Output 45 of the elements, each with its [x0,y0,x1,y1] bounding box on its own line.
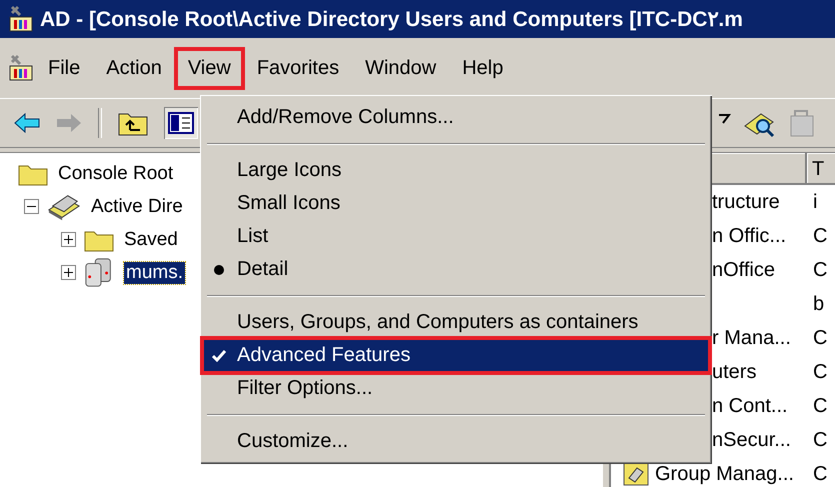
table-cell-text: C [812,428,828,452]
back-arrow-icon[interactable] [14,113,40,133]
toolbox-icon [8,5,34,33]
table-cell: nSecur... [712,428,791,452]
table-cell-text: C [812,394,828,418]
column-header[interactable]: T [807,153,835,185]
menu-item[interactable]: Detail [203,253,709,286]
menu-item[interactable]: List [203,220,709,253]
table-cell: nOffice [712,258,775,282]
menu-item[interactable]: Advanced Features [203,339,709,372]
table-cell: n Cont... [712,394,788,418]
tree-item[interactable]: Saved [122,228,180,250]
menu-title[interactable]: Window [353,48,448,88]
tree-item[interactable]: mums. [124,262,185,284]
table-cell: uters [712,360,756,384]
menu-title[interactable]: File [36,48,92,88]
table-cell: tructure [712,190,780,214]
table-cell-text: C [812,462,828,486]
window-title: AD - [Console Root\Active Directory Users and Computers [ITC-DC۲.m [40,6,743,32]
menu-title[interactable]: View [176,48,243,88]
tree-item[interactable]: Active Dire [89,196,185,218]
toolbox-icon [8,54,34,82]
menu-title[interactable]: Favorites [244,48,352,88]
menu-title[interactable]: Action [94,48,174,88]
menu-item[interactable]: Customize... [203,425,709,458]
menu-title[interactable]: Help [450,48,516,88]
table-cell: r Mana... [712,326,791,350]
table-cell-text: C [812,224,828,248]
table-cell-text: i [812,190,818,214]
table-cell: n Offic... [712,224,786,248]
expand-icon[interactable] [61,265,76,280]
menu-item[interactable]: Large Icons [203,154,709,187]
menu-item[interactable]: Add/Remove Columns... [203,101,709,134]
menu-item[interactable]: Users, Groups, and Computers as containers [203,306,709,339]
table-cell-text: b [812,292,824,316]
tree-toggle-icon[interactable] [168,112,194,134]
table-cell-text: C [812,326,828,350]
table-cell-text: C [812,258,828,282]
table-cell: Group Manag... [655,462,794,486]
table-cell-text: C [812,360,828,384]
menu-item[interactable]: Small Icons [203,187,709,220]
collapse-icon[interactable] [24,199,39,214]
menu-item[interactable]: Filter Options... [203,372,709,405]
expand-icon[interactable] [61,232,76,247]
tree-item[interactable]: Console Root [56,162,176,184]
